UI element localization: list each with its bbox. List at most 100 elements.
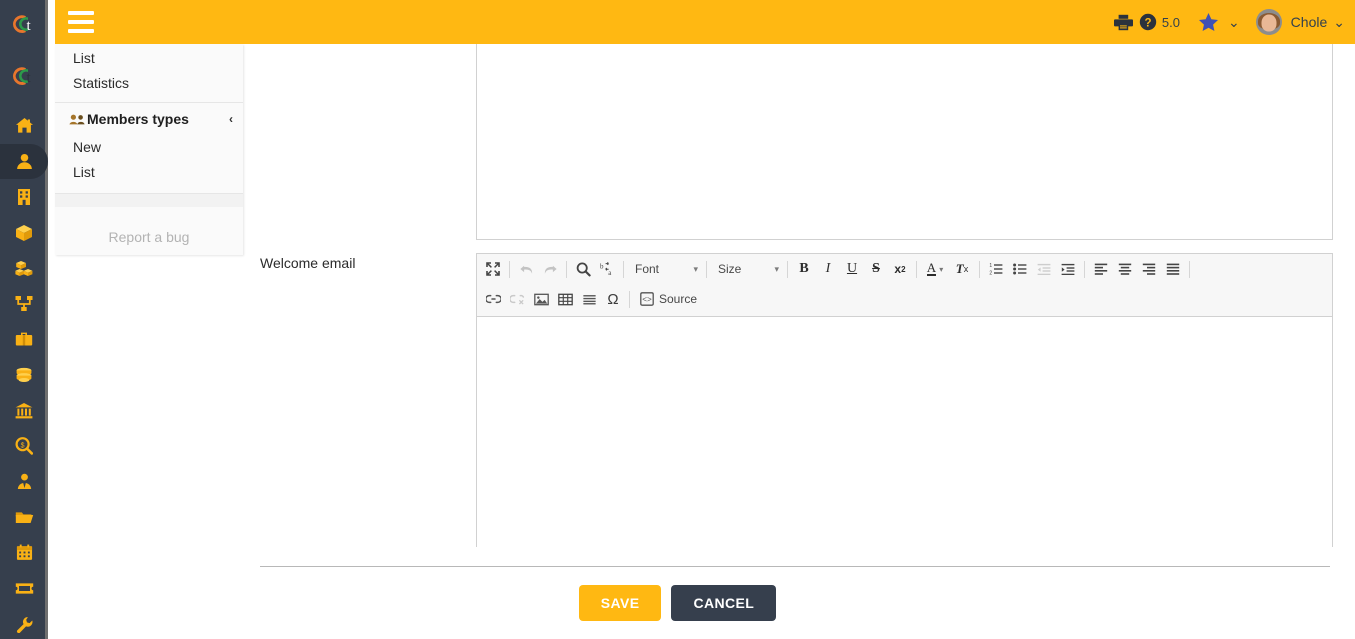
chevron-left-icon: ‹ xyxy=(229,112,233,126)
avatar-face xyxy=(1261,14,1277,32)
printer-icon[interactable] xyxy=(1113,14,1133,31)
version-label: 5.0 xyxy=(1161,14,1180,30)
form-actions: SAVE CANCEL xyxy=(0,585,1355,621)
italic-icon[interactable]: I xyxy=(816,258,840,280)
strikethrough-icon[interactable]: S xyxy=(864,258,888,280)
favorites-chevron-down-icon[interactable]: ⌄ xyxy=(1228,14,1240,31)
main-content: Ω <> Source Welcome email xyxy=(48,0,1355,639)
user-icon xyxy=(16,153,33,170)
font-combo-label: Font xyxy=(635,262,660,276)
font-family-combo[interactable]: Font ▾ xyxy=(628,258,702,280)
editor-welcome-body[interactable] xyxy=(477,317,1332,547)
rail-item-stock[interactable] xyxy=(0,250,48,286)
boxes-icon xyxy=(15,260,33,277)
align-justify-icon[interactable] xyxy=(1161,258,1185,280)
editor-welcome-toolbar: ba Font ▾ Size ▾ B I U S x2 A ▾ T x 1 2 … xyxy=(477,254,1332,317)
logo-icon-small: t xyxy=(13,67,32,86)
app-logo-top[interactable]: t xyxy=(0,0,48,48)
people-icon xyxy=(69,114,86,125)
maximize-icon[interactable] xyxy=(481,258,505,280)
toolbar-row-2: Ω <> Source xyxy=(481,286,1328,312)
source-button[interactable]: <> Source xyxy=(634,288,703,310)
section-divider xyxy=(260,566,1330,567)
folder-open-icon xyxy=(15,510,34,525)
table-icon[interactable] xyxy=(553,288,577,310)
align-center-icon[interactable] xyxy=(1113,258,1137,280)
svg-text:2: 2 xyxy=(989,271,992,275)
source-label: Source xyxy=(659,292,698,306)
link-icon[interactable] xyxy=(481,288,505,310)
undo-icon[interactable] xyxy=(514,258,538,280)
svg-text:?: ? xyxy=(1144,17,1151,29)
rail-item-calendar[interactable] xyxy=(0,535,48,571)
bulleted-list-icon[interactable] xyxy=(1008,258,1032,280)
toolbar-separator xyxy=(787,260,788,278)
home-icon xyxy=(15,117,34,134)
top-header-bar: ? 5.0 ⌄ Chole ⌄ xyxy=(55,0,1355,44)
rail-item-companies[interactable] xyxy=(0,179,48,215)
save-button[interactable]: SAVE xyxy=(578,585,662,621)
superscript-icon[interactable]: x2 xyxy=(888,258,912,280)
avatar[interactable] xyxy=(1255,9,1282,35)
rail-item-workflow[interactable] xyxy=(0,286,48,322)
menu-footer-strip xyxy=(55,194,243,207)
user-chevron-down-icon[interactable]: ⌄ xyxy=(1333,14,1345,31)
rail-item-projects[interactable] xyxy=(0,322,48,358)
user-name-label: Chole xyxy=(1290,14,1328,30)
hamburger-menu-icon[interactable] xyxy=(68,11,94,33)
rail-item-members[interactable] xyxy=(0,143,48,180)
toolbar-separator xyxy=(509,260,510,278)
horizontal-rule-icon[interactable] xyxy=(577,288,601,310)
remove-format-icon[interactable]: Tx xyxy=(949,258,975,280)
menu-item-new[interactable]: New xyxy=(55,135,243,160)
image-icon[interactable] xyxy=(529,288,553,310)
outdent-icon[interactable] xyxy=(1032,258,1056,280)
menu-group-header-members-types[interactable]: Members types ‹ xyxy=(55,103,243,135)
toolbar-separator xyxy=(1084,260,1085,278)
rail-item-products[interactable] xyxy=(0,215,48,251)
chevron-down-icon: ▾ xyxy=(693,263,698,274)
rail-item-accounting[interactable] xyxy=(0,393,48,429)
replace-icon[interactable]: ba xyxy=(595,258,619,280)
editor-welcome-email: ba Font ▾ Size ▾ B I U S x2 A ▾ T x 1 2 … xyxy=(476,253,1333,547)
cancel-button[interactable]: CANCEL xyxy=(671,585,777,621)
align-right-icon[interactable] xyxy=(1137,258,1161,280)
menu-group-members-types: Members types ‹ New List xyxy=(55,103,243,193)
numbered-list-icon[interactable]: 12 xyxy=(984,258,1008,280)
bold-icon[interactable]: B xyxy=(792,258,816,280)
menu-item-statistics[interactable]: Statistics xyxy=(55,71,243,96)
special-char-icon[interactable]: Ω xyxy=(601,288,625,310)
underline-icon[interactable]: U xyxy=(840,258,864,280)
coins-icon xyxy=(15,367,33,383)
chevron-down-icon: ▾ xyxy=(774,263,779,274)
menu-item-list[interactable]: List xyxy=(55,44,243,71)
menu-item-list[interactable]: List xyxy=(55,160,243,185)
report-a-bug-link[interactable]: Report a bug xyxy=(55,207,243,255)
svg-text:<>: <> xyxy=(642,296,652,305)
search-dollar-icon: $ xyxy=(15,437,33,455)
briefcase-icon xyxy=(15,331,33,347)
align-left-icon[interactable] xyxy=(1089,258,1113,280)
menu-group-top: List Statistics xyxy=(55,44,243,102)
calendar-icon xyxy=(16,544,33,561)
editor-description-body[interactable] xyxy=(477,39,1332,239)
indent-icon[interactable] xyxy=(1056,258,1080,280)
rail-item-home[interactable] xyxy=(0,108,48,144)
redo-icon[interactable] xyxy=(538,258,562,280)
toolbar-row-1: ba Font ▾ Size ▾ B I U S x2 A ▾ T x 1 2 xyxy=(481,256,1328,282)
bank-icon xyxy=(15,402,33,419)
find-icon[interactable] xyxy=(571,258,595,280)
text-color-icon[interactable]: A ▾ xyxy=(921,258,949,280)
app-logo-second[interactable]: t xyxy=(0,52,48,100)
help-icon[interactable]: ? xyxy=(1139,13,1157,31)
font-size-combo[interactable]: Size ▾ xyxy=(711,258,783,280)
toolbar-separator xyxy=(916,260,917,278)
building-icon xyxy=(17,188,31,206)
rail-item-finance[interactable] xyxy=(0,357,48,393)
star-icon[interactable] xyxy=(1198,12,1219,32)
unlink-icon[interactable] xyxy=(505,288,529,310)
rail-item-reports[interactable]: $ xyxy=(0,428,48,464)
svg-text:t: t xyxy=(27,18,32,34)
rail-item-documents[interactable] xyxy=(0,500,48,536)
rail-item-hr[interactable] xyxy=(0,464,48,500)
